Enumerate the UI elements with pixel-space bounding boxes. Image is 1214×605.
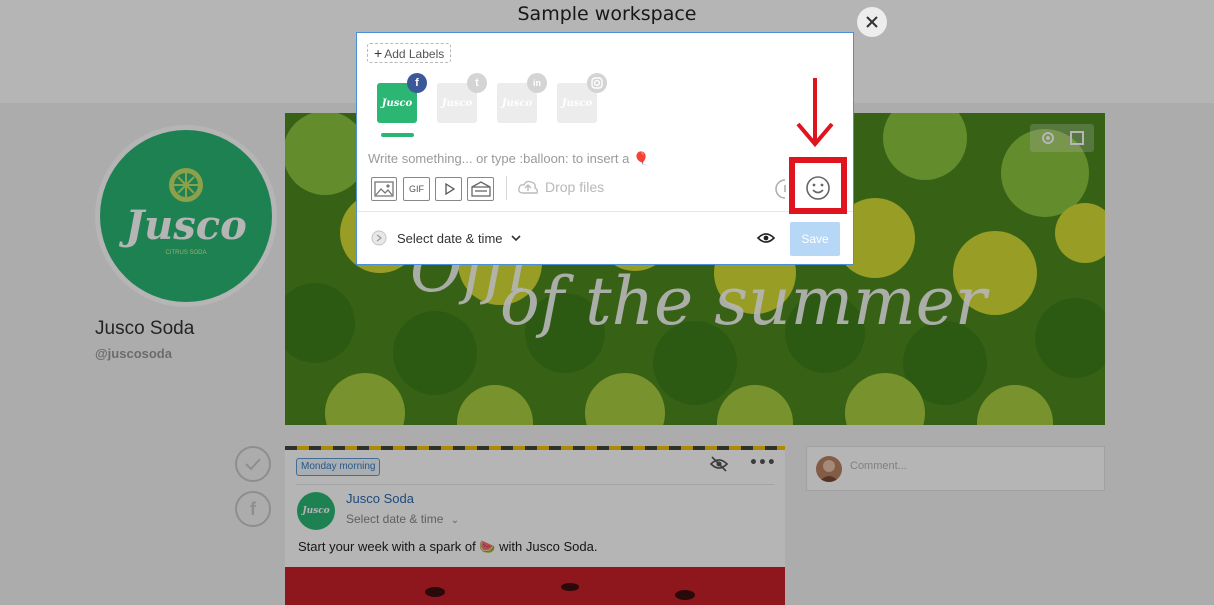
compose-input[interactable]: Write something... or type :balloon: to … (368, 151, 649, 167)
preview-eye-icon[interactable] (757, 231, 775, 245)
gif-button[interactable]: GIF (403, 177, 430, 201)
account-logo: Jusco (561, 97, 593, 109)
upload-cloud-icon (518, 180, 538, 194)
video-upload-button[interactable] (435, 177, 462, 201)
account-logo: Jusco (381, 97, 413, 109)
gallery-icon (470, 181, 491, 197)
gif-label: GIF (409, 184, 424, 194)
add-labels-button[interactable]: + Add Labels (367, 43, 452, 63)
schedule-label: Select date & time (397, 230, 503, 246)
instagram-badge-icon (587, 73, 607, 93)
save-button[interactable]: Save (790, 222, 840, 256)
linkedin-badge-icon: in (527, 73, 547, 93)
add-labels-label: Add Labels (384, 47, 445, 61)
account-logo: Jusco (441, 97, 473, 109)
drop-files-zone[interactable]: Drop files (517, 178, 604, 196)
facebook-badge-icon: f (407, 73, 427, 93)
image-icon (374, 181, 394, 197)
plus-icon: + (374, 45, 383, 61)
twitter-badge-icon: t (467, 73, 487, 93)
media-library-button[interactable] (467, 177, 494, 201)
emoji-highlight-box (789, 157, 847, 214)
close-modal-button[interactable] (857, 7, 887, 37)
schedule-select[interactable]: Select date & time (371, 230, 521, 246)
chevron-down-icon (510, 235, 521, 242)
composer-divider (357, 211, 853, 212)
annotation-arrow-icon (796, 78, 834, 148)
account-logo: Jusco (501, 97, 533, 109)
close-icon (866, 16, 878, 28)
image-upload-button[interactable] (371, 177, 397, 201)
post-composer-modal: + Add Labels Jusco f Jusco t Jusco in Jus… (356, 32, 854, 265)
toolbar-divider (506, 176, 507, 200)
clock-icon (371, 230, 387, 246)
selected-account-indicator (381, 133, 414, 137)
play-icon (444, 183, 455, 195)
drop-files-label: Drop files (545, 179, 605, 195)
